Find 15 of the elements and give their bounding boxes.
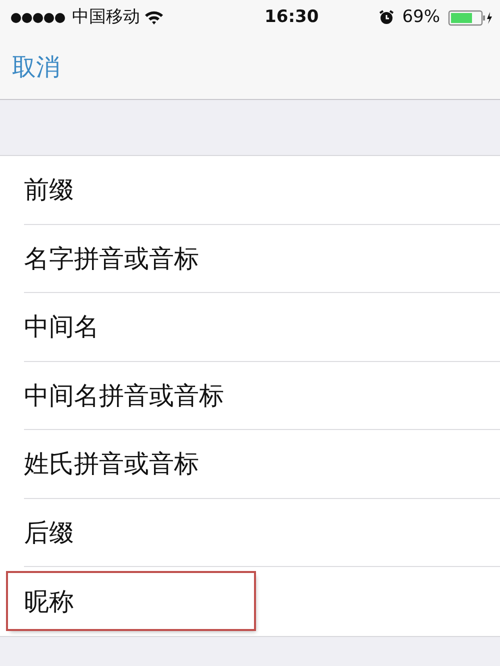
- alarm-icon: [379, 10, 394, 25]
- list-item[interactable]: 中间名拼音或音标: [24, 376, 500, 414]
- list-item[interactable]: 后缀: [24, 514, 500, 551]
- list-item[interactable]: 前缀: [24, 171, 500, 208]
- list-item[interactable]: 姓氏拼音或音标: [24, 445, 500, 482]
- list-item[interactable]: 名字拼音或音标: [24, 240, 500, 277]
- carrier-name: 中国移动: [72, 6, 140, 29]
- clock-time: 16:30: [264, 6, 319, 29]
- battery-icon: [448, 10, 492, 26]
- signal-icon: [10, 12, 68, 24]
- battery-percent: 69%: [402, 6, 440, 29]
- cancel-button[interactable]: 取消: [12, 49, 60, 85]
- highlighted-list-item[interactable]: 昵称: [8, 573, 254, 630]
- wifi-icon: [144, 10, 164, 25]
- list-item[interactable]: 中间名: [24, 308, 500, 346]
